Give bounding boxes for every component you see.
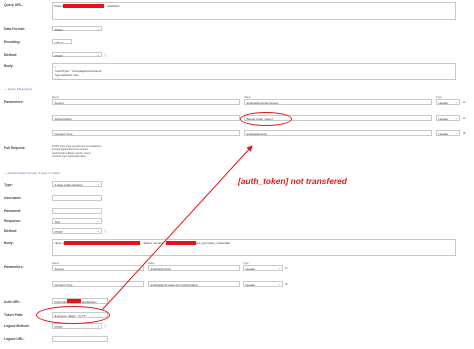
annotation-note: [auth_token] not transfered bbox=[238, 176, 347, 186]
annotation-arrow bbox=[101, 145, 253, 311]
